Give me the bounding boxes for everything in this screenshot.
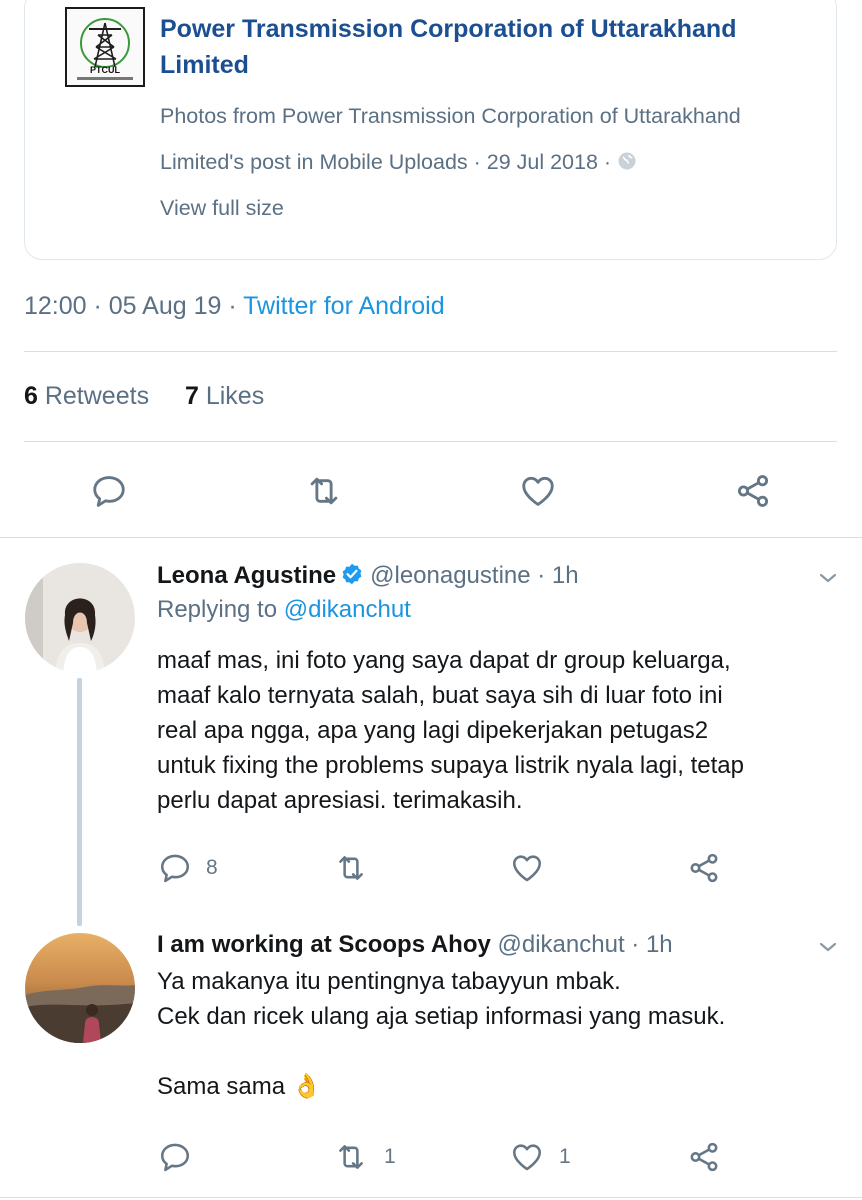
reply-icon	[158, 1140, 192, 1174]
verified-badge-icon	[342, 563, 362, 585]
retweet-icon	[332, 1140, 370, 1174]
share-icon	[686, 851, 722, 885]
chevron-down-icon	[816, 935, 840, 959]
tweet-client-link[interactable]: Twitter for Android	[243, 292, 444, 320]
retweet-count: 1	[384, 1145, 396, 1168]
heart-icon	[518, 472, 558, 510]
reply-icon	[90, 472, 128, 510]
like-count: 1	[559, 1145, 571, 1168]
retweet-button[interactable]	[332, 851, 370, 885]
avatar[interactable]	[25, 563, 135, 673]
reply-text: Ya makanya itu pentingnya tabayyun mbak.…	[157, 968, 726, 1100]
more-options-button[interactable]	[816, 935, 840, 964]
chevron-down-icon	[816, 566, 840, 590]
divider	[24, 351, 837, 352]
likes-stat[interactable]: 7 Likes	[185, 382, 264, 410]
tweet-stats: 6 Retweets 7 Likes	[24, 382, 264, 411]
reply-author-name[interactable]: I am working at Scoops Ahoy	[157, 931, 491, 958]
divider	[24, 441, 837, 442]
reply-author-handle: @leonagustine · 1h	[370, 562, 579, 589]
heart-icon	[509, 851, 545, 885]
like-button[interactable]	[509, 851, 545, 885]
view-full-size-link[interactable]: View full size	[160, 196, 284, 221]
divider	[0, 537, 862, 538]
replying-to-mention[interactable]: @dikanchut	[284, 596, 411, 623]
reply-icon	[158, 851, 192, 885]
share-icon	[686, 1140, 722, 1174]
heart-icon	[509, 1140, 545, 1174]
reply-text: maaf mas, ini foto yang saya dapat dr gr…	[157, 647, 744, 814]
share-button[interactable]	[686, 1140, 722, 1174]
retweet-button[interactable]	[304, 472, 344, 510]
retweet-button[interactable]: 1	[332, 1140, 396, 1174]
share-icon	[733, 472, 773, 510]
like-button[interactable]	[518, 472, 558, 510]
link-preview-card[interactable]: PTCUL Power Transmission Corporation of …	[24, 0, 837, 260]
reply-button[interactable]	[90, 472, 128, 510]
divider	[0, 1197, 862, 1198]
share-button[interactable]	[686, 851, 722, 885]
card-title[interactable]: Power Transmission Corporation of Uttara…	[160, 11, 840, 83]
reply-header: I am working at Scoops Ahoy @dikanchut ·…	[157, 929, 673, 961]
more-options-button[interactable]	[816, 566, 840, 595]
card-description: Photos from Power Transmission Corporati…	[160, 104, 741, 174]
like-button[interactable]: 1	[509, 1140, 571, 1174]
reply-author-name[interactable]: Leona Agustine	[157, 562, 336, 589]
reply-count: 8	[206, 856, 218, 879]
reply-button[interactable]: 8	[158, 851, 218, 885]
replying-to: Replying to @dikanchut	[157, 596, 411, 623]
tweet-timestamp: 12:00 · 05 Aug 19 · Twitter for Android	[24, 292, 445, 320]
retweet-icon	[332, 851, 370, 885]
thread-line	[77, 678, 82, 926]
retweet-icon	[304, 472, 344, 510]
ok-hand-emoji: 👌	[291, 1073, 322, 1100]
retweets-stat[interactable]: 6 Retweets	[24, 382, 149, 410]
reply-header: Leona Agustine @leonagustine · 1h	[157, 560, 579, 592]
share-button[interactable]	[733, 472, 773, 510]
reply-button[interactable]	[158, 1140, 192, 1174]
reply-author-handle: @dikanchut · 1h	[497, 931, 673, 958]
ptcul-logo: PTCUL	[65, 7, 145, 87]
logo-text: PTCUL	[90, 65, 120, 75]
avatar[interactable]	[25, 933, 135, 1043]
globe-icon	[618, 152, 636, 170]
